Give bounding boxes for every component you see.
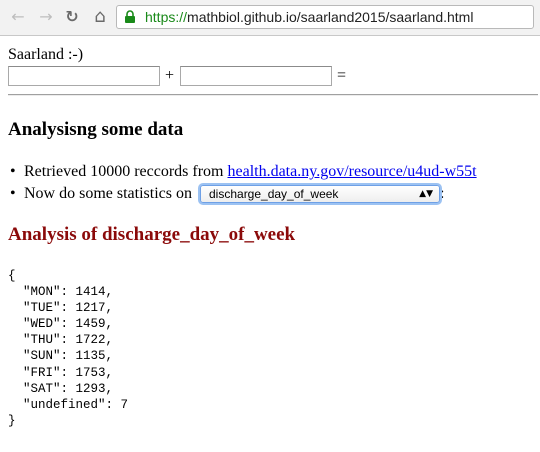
field-select[interactable]: discharge_day_of_week ▲▼ xyxy=(200,185,440,204)
lock-icon xyxy=(125,10,135,23)
analysis-result-json: { "MON": 1414, "TUE": 1217, "WED": 1459,… xyxy=(8,269,129,428)
plus-sign: + xyxy=(165,67,175,84)
greeting-text: Saarland :-) xyxy=(8,46,84,63)
url-text: https://mathbiol.github.io/saarland2015/… xyxy=(145,6,473,28)
statistics-colon: : xyxy=(440,185,445,202)
statistics-text: Now do some statistics on xyxy=(24,185,196,202)
second-number-input[interactable] xyxy=(180,66,332,86)
url-path: mathbiol.github.io/saarland2015/saarland… xyxy=(187,9,474,25)
data-source-link[interactable]: health.data.ny.gov/resource/u4ud-w55t xyxy=(227,163,476,180)
home-icon[interactable]: ⌂ xyxy=(90,7,110,27)
retrieved-text: Retrieved 10000 reccords from xyxy=(24,163,228,180)
analysis-heading: Analysis of discharge_day_of_week xyxy=(8,224,296,245)
address-bar[interactable]: https://mathbiol.github.io/saarland2015/… xyxy=(116,5,534,29)
list-item-retrieved: Retrieved 10000 reccords from health.dat… xyxy=(8,162,477,184)
field-select-value: discharge_day_of_week xyxy=(209,187,339,202)
forward-arrow-icon[interactable]: → xyxy=(36,7,56,27)
section-heading: Analysisng some data xyxy=(8,119,184,140)
first-number-input[interactable] xyxy=(8,66,160,86)
select-updown-icon: ▲▼ xyxy=(419,189,433,200)
browser-toolbar: ← → ↻ ⌂ https://mathbiol.github.io/saarl… xyxy=(0,0,540,36)
back-arrow-icon[interactable]: ← xyxy=(8,7,28,27)
list-item-statistics: Now do some statistics on discharge_day_… xyxy=(8,184,477,206)
info-list: Retrieved 10000 reccords from health.dat… xyxy=(8,162,477,206)
equals-sign: = xyxy=(337,67,347,84)
divider xyxy=(8,94,538,96)
url-scheme: https:// xyxy=(145,9,188,25)
reload-icon[interactable]: ↻ xyxy=(62,7,82,27)
